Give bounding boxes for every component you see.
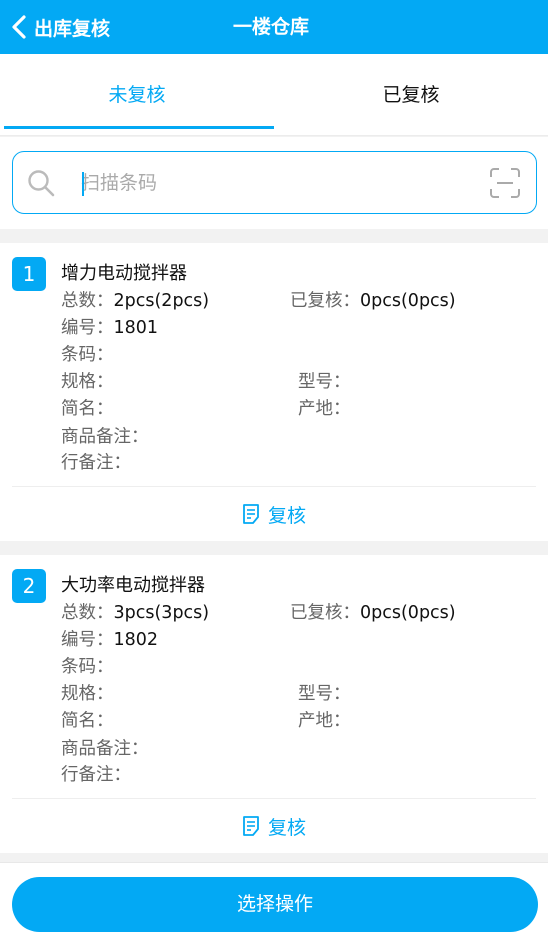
reviewed-row: 已复核：0pcs(0pcs) — [290, 287, 456, 312]
item-index-badge: 1 — [12, 257, 46, 291]
code-label: 编号： — [61, 318, 114, 338]
tab-unreviewed[interactable]: 未复核 — [0, 54, 274, 135]
page-title: 一楼仓库 — [0, 0, 548, 54]
model-label: 型号： — [298, 372, 351, 392]
tab-reviewed[interactable]: 已复核 — [274, 54, 548, 135]
search-icon — [28, 170, 55, 197]
review-button-label: 复核 — [267, 504, 306, 527]
list-item: 1 增力电动搅拌器 总数：2pcs(2pcs) 已复核：0pcs(0pcs) 编… — [0, 243, 548, 541]
total-label: 总数： — [61, 291, 114, 311]
model-row: 型号： — [298, 368, 351, 393]
divider — [12, 798, 536, 799]
product-note-label: 商品备注： — [61, 427, 149, 447]
barcode-search-input[interactable] — [81, 168, 461, 198]
product-note-row: 商品备注： — [61, 423, 149, 448]
short-name-row: 简名： — [61, 395, 114, 420]
barcode-label: 条码： — [61, 345, 114, 365]
spec-label: 规格： — [61, 372, 114, 392]
product-note-label: 商品备注： — [61, 739, 149, 759]
barcode-row: 条码： — [61, 341, 114, 366]
code-row: 编号：1801 — [61, 314, 158, 339]
list-item: 2 大功率电动搅拌器 总数：3pcs(3pcs) 已复核：0pcs(0pcs) … — [0, 555, 548, 853]
origin-row: 产地： — [298, 707, 351, 732]
page-title-text: 一楼仓库 — [232, 16, 309, 38]
tab-bar: 未复核 已复核 — [0, 54, 548, 136]
review-document-icon — [243, 816, 259, 836]
text-cursor — [82, 172, 84, 196]
review-button[interactable]: 复核 — [0, 499, 548, 529]
scan-icon[interactable] — [489, 167, 521, 199]
select-action-button[interactable]: 选择操作 — [12, 877, 538, 932]
divider — [12, 486, 536, 487]
reviewed-row: 已复核：0pcs(0pcs) — [290, 599, 456, 624]
code-label: 编号： — [61, 630, 114, 650]
model-label: 型号： — [298, 684, 351, 704]
spec-label: 规格： — [61, 684, 114, 704]
line-note-row: 行备注： — [61, 449, 131, 474]
total-row: 总数：2pcs(2pcs) — [61, 287, 209, 312]
review-button[interactable]: 复核 — [0, 811, 548, 841]
line-note-label: 行备注： — [61, 453, 131, 473]
item-name: 增力电动搅拌器 — [61, 263, 187, 284]
code-value: 1801 — [113, 318, 159, 338]
barcode-label: 条码： — [61, 657, 114, 677]
code-row: 编号：1802 — [61, 626, 158, 651]
reviewed-value: 0pcs(0pcs) — [360, 603, 456, 623]
review-document-icon — [243, 504, 259, 524]
search-box — [12, 151, 537, 214]
origin-label: 产地： — [298, 711, 351, 731]
code-value: 1802 — [113, 630, 159, 650]
reviewed-label: 已复核： — [290, 603, 360, 623]
item-index-badge: 2 — [12, 569, 46, 603]
short-name-row: 简名： — [61, 707, 114, 732]
spec-row: 规格： — [61, 368, 114, 393]
total-value: 2pcs(2pcs) — [113, 291, 210, 311]
bottom-action-bar: 选择操作 — [0, 862, 548, 937]
short-name-label: 简名： — [61, 711, 114, 731]
barcode-row: 条码： — [61, 653, 114, 678]
reviewed-label: 已复核： — [290, 291, 360, 311]
review-button-label: 复核 — [267, 816, 306, 839]
line-note-row: 行备注： — [61, 761, 131, 786]
search-section — [0, 137, 548, 229]
spec-row: 规格： — [61, 680, 114, 705]
reviewed-value: 0pcs(0pcs) — [360, 291, 456, 311]
item-name: 大功率电动搅拌器 — [61, 575, 205, 596]
total-row: 总数：3pcs(3pcs) — [61, 599, 209, 624]
origin-label: 产地： — [298, 399, 351, 419]
line-note-label: 行备注： — [61, 765, 131, 785]
short-name-label: 简名： — [61, 399, 114, 419]
model-row: 型号： — [298, 680, 351, 705]
top-app-bar: 出库复核 一楼仓库 — [0, 0, 548, 54]
product-note-row: 商品备注： — [61, 735, 149, 760]
total-label: 总数： — [61, 603, 114, 623]
origin-row: 产地： — [298, 395, 351, 420]
total-value: 3pcs(3pcs) — [113, 603, 210, 623]
